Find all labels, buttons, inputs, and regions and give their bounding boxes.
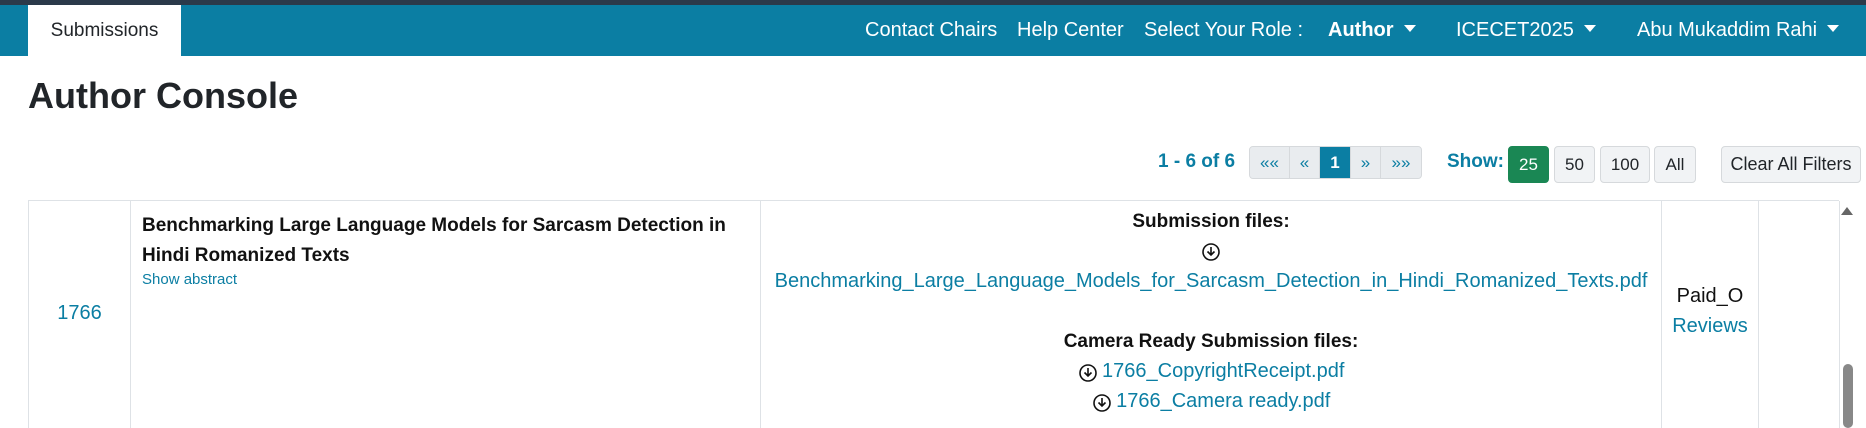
- files-cell: Submission files: Benchmarking_Large_Lan…: [761, 201, 1662, 428]
- download-icon[interactable]: [1078, 363, 1098, 383]
- user-dropdown[interactable]: Abu Mukaddim Rahi: [1637, 5, 1840, 56]
- submission-id-link[interactable]: 1766: [29, 302, 130, 325]
- camera-ready-file-link[interactable]: 1766_Camera ready.pdf: [1116, 390, 1330, 412]
- page-1-button[interactable]: 1: [1320, 147, 1351, 178]
- id-cell: 1766: [29, 201, 131, 428]
- submission-file-link[interactable]: Benchmarking_Large_Language_Models_for_S…: [775, 270, 1648, 292]
- conference-label: ICECET2025: [1456, 19, 1574, 41]
- status-cell: Paid_O Reviews: [1662, 201, 1759, 428]
- chevron-down-icon: [1403, 25, 1416, 33]
- first-page-button[interactable]: ««: [1250, 147, 1290, 178]
- page-size-all-button[interactable]: All: [1654, 146, 1696, 183]
- select-role-label: Select Your Role :: [1144, 19, 1303, 41]
- page-size-50-button[interactable]: 50: [1554, 146, 1595, 183]
- conference-dropdown[interactable]: ICECET2025: [1456, 5, 1596, 56]
- camera-ready-header: Camera Ready Submission files:: [1063, 331, 1359, 352]
- payment-status: Paid_O: [1676, 285, 1744, 307]
- copyright-receipt-link[interactable]: 1766_CopyrightReceipt.pdf: [1102, 360, 1344, 382]
- clear-filters-button[interactable]: Clear All Filters: [1721, 146, 1861, 183]
- tab-submissions[interactable]: Submissions: [28, 5, 181, 56]
- chevron-down-icon: [1583, 25, 1596, 33]
- last-page-button[interactable]: »»: [1381, 147, 1421, 178]
- next-page-button[interactable]: »: [1351, 147, 1381, 178]
- download-icon[interactable]: [1201, 242, 1221, 262]
- download-icon[interactable]: [1092, 393, 1112, 413]
- role-dropdown[interactable]: Author: [1328, 5, 1416, 56]
- pagination: «« « 1 » »»: [1249, 146, 1422, 179]
- submission-files-header: Submission files:: [1132, 211, 1290, 232]
- page-size-25-button[interactable]: 25: [1508, 146, 1549, 183]
- chevron-down-icon: [1827, 25, 1840, 33]
- scroll-up-icon[interactable]: [1841, 207, 1853, 215]
- show-label: Show:: [1447, 151, 1504, 172]
- page-title: Author Console: [28, 75, 298, 116]
- result-count: 1 - 6 of 6: [1158, 151, 1236, 172]
- actions-cell: [1759, 201, 1840, 428]
- page-size-100-button[interactable]: 100: [1600, 146, 1650, 183]
- scrollbar-thumb[interactable]: [1843, 364, 1853, 428]
- contact-chairs-link[interactable]: Contact Chairs: [865, 5, 997, 56]
- role-label: Author: [1328, 19, 1394, 41]
- help-center-link[interactable]: Help Center: [1017, 5, 1124, 56]
- submission-title: Benchmarking Large Language Models for S…: [142, 215, 726, 266]
- navbar: Submissions Contact Chairs Help Center S…: [0, 5, 1866, 56]
- prev-page-button[interactable]: «: [1290, 147, 1320, 178]
- submissions-table: 1766 Benchmarking Large Language Models …: [28, 200, 1840, 428]
- user-name: Abu Mukaddim Rahi: [1637, 19, 1818, 41]
- reviews-link[interactable]: Reviews: [1662, 315, 1758, 338]
- title-cell: Benchmarking Large Language Models for S…: [131, 201, 761, 428]
- show-abstract-link[interactable]: Show abstract: [142, 271, 237, 288]
